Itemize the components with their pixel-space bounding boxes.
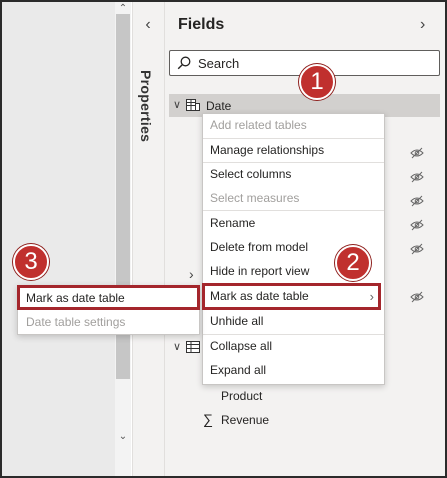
hidden-eye-icon[interactable] [410, 219, 424, 231]
menu-item-add-related-tables: Add related tables [210, 118, 307, 132]
hidden-eye-icon[interactable] [410, 147, 424, 159]
chevron-right-icon[interactable]: › [189, 266, 194, 282]
submenu-item-date-table-settings: Date table settings [26, 315, 126, 329]
callout-step-2: 2 [335, 245, 371, 281]
chevron-left-icon[interactable]: ‹ [140, 16, 156, 36]
hidden-eye-icon[interactable] [410, 291, 424, 303]
callout-step-1: 1 [299, 64, 335, 100]
field-revenue-label[interactable]: Revenue [221, 413, 269, 427]
app-window: ⌃ ⌄ ‹ Properties Fields › ∨ Date › ∨ [0, 0, 447, 478]
properties-pane-label[interactable]: Properties [134, 66, 162, 166]
date-table-label: Date [206, 99, 232, 113]
chevron-down-icon[interactable]: ∨ [173, 98, 181, 111]
hidden-eye-icon[interactable] [410, 195, 424, 207]
table-icon [186, 341, 200, 353]
menu-item-mark-as-date-table[interactable]: Mark as date table › [203, 285, 384, 308]
menu-item-mark-as-date-table-label: Mark as date table [210, 289, 309, 303]
callout-step-3: 3 [13, 244, 49, 280]
date-table-icon [186, 99, 200, 111]
menu-item-expand-all[interactable]: Expand all [203, 359, 384, 382]
field-product-label[interactable]: Product [221, 389, 262, 403]
menu-item-select-columns[interactable]: Select columns [203, 163, 384, 186]
chevron-right-icon[interactable]: › [420, 16, 425, 34]
menu-item-collapse-all[interactable]: Collapse all [203, 335, 384, 358]
menu-item-manage-relationships[interactable]: Manage relationships [203, 139, 384, 162]
menu-item-rename[interactable]: Rename [203, 212, 384, 235]
hidden-eye-icon[interactable] [410, 243, 424, 255]
properties-label-text: Properties [138, 70, 154, 143]
submenu-item-mark-as-date-table[interactable]: Mark as date table [18, 287, 199, 310]
menu-separator [203, 210, 384, 211]
scroll-down-icon[interactable]: ⌄ [115, 430, 131, 444]
menu-item-unhide-all[interactable]: Unhide all [203, 310, 384, 333]
sigma-icon: ∑ [203, 411, 213, 427]
search-icon [177, 56, 191, 70]
chevron-down-icon[interactable]: ∨ [173, 340, 181, 353]
fields-title: Fields [178, 16, 225, 33]
scroll-up-icon[interactable]: ⌃ [115, 2, 131, 16]
submenu-arrow-icon: › [369, 289, 374, 304]
hidden-eye-icon[interactable] [410, 171, 424, 183]
date-table-submenu: Mark as date table Date table settings [17, 285, 200, 335]
report-canvas [2, 2, 115, 476]
menu-item-select-measures: Select measures [210, 191, 300, 205]
